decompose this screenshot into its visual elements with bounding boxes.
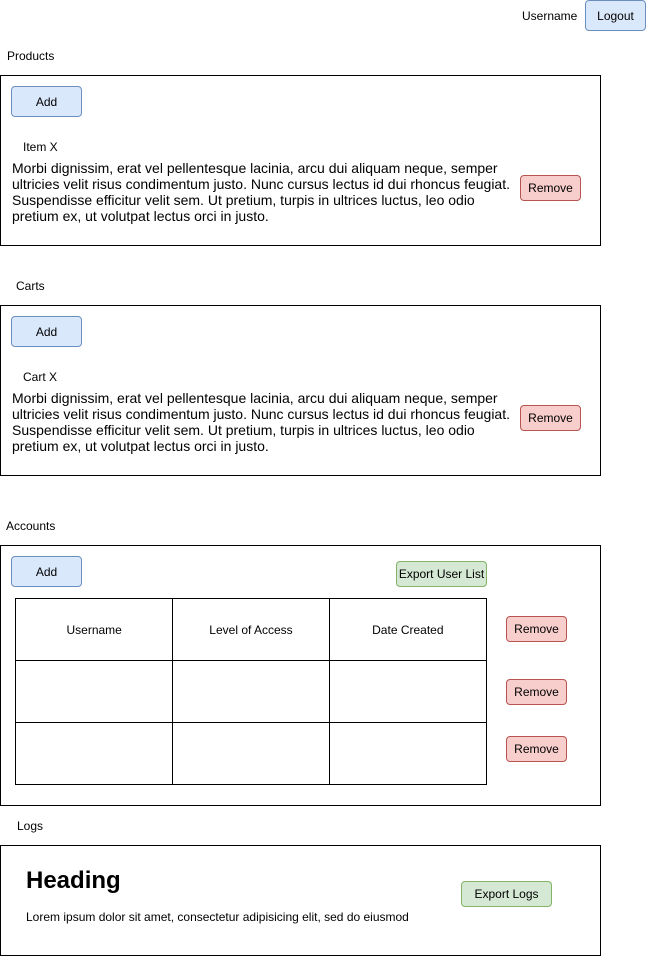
export-user-list-button[interactable]: Export User List xyxy=(396,561,487,587)
logs-section-title: Logs xyxy=(17,819,44,833)
username-label: Username xyxy=(522,9,578,23)
table-row xyxy=(14,722,488,785)
logs-heading: Heading xyxy=(26,867,121,894)
column-header-level-of-access: Level of Access xyxy=(172,598,330,661)
add-product-button[interactable]: Add xyxy=(11,86,82,117)
table-cell xyxy=(328,722,488,785)
remove-account-button-1[interactable]: Remove xyxy=(506,616,567,642)
column-header-username: Username xyxy=(14,598,174,661)
table-cell xyxy=(172,660,330,723)
product-item-description: Morbi dignissim, erat vel pellentesque l… xyxy=(12,160,510,224)
table-row xyxy=(14,660,488,723)
logout-button[interactable]: Logout xyxy=(585,0,646,31)
add-account-button[interactable]: Add xyxy=(11,556,82,587)
add-cart-button[interactable]: Add xyxy=(11,316,82,347)
logs-text: Lorem ipsum dolor sit amet, consectetur … xyxy=(26,910,409,924)
table-cell xyxy=(14,722,174,785)
table-cell xyxy=(14,660,174,723)
export-logs-button[interactable]: Export Logs xyxy=(461,881,552,907)
table-cell xyxy=(172,722,330,785)
remove-account-button-3[interactable]: Remove xyxy=(506,736,567,762)
cart-item-description: Morbi dignissim, erat vel pellentesque l… xyxy=(12,390,510,454)
product-item-title: Item X xyxy=(23,140,58,154)
products-panel: Add Item X Morbi dignissim, erat vel pel… xyxy=(0,75,601,246)
column-header-date-created: Date Created xyxy=(328,598,488,661)
cart-item-title: Cart X xyxy=(23,370,58,384)
accounts-table: Username Level of Access Date Created xyxy=(14,598,488,785)
remove-account-button-2[interactable]: Remove xyxy=(506,679,567,705)
carts-panel: Add Cart X Morbi dignissim, erat vel pel… xyxy=(0,305,601,476)
accounts-panel: Add Export User List Username Level of A… xyxy=(0,545,601,806)
accounts-section-title: Accounts xyxy=(6,519,56,533)
remove-cart-button[interactable]: Remove xyxy=(520,405,581,431)
remove-product-button[interactable]: Remove xyxy=(520,175,581,201)
accounts-table-header-row: Username Level of Access Date Created xyxy=(14,598,488,661)
carts-section-title: Carts xyxy=(16,279,45,293)
table-cell xyxy=(328,660,488,723)
products-section-title: Products xyxy=(7,49,55,63)
logs-panel: Heading Lorem ipsum dolor sit amet, cons… xyxy=(0,845,601,956)
